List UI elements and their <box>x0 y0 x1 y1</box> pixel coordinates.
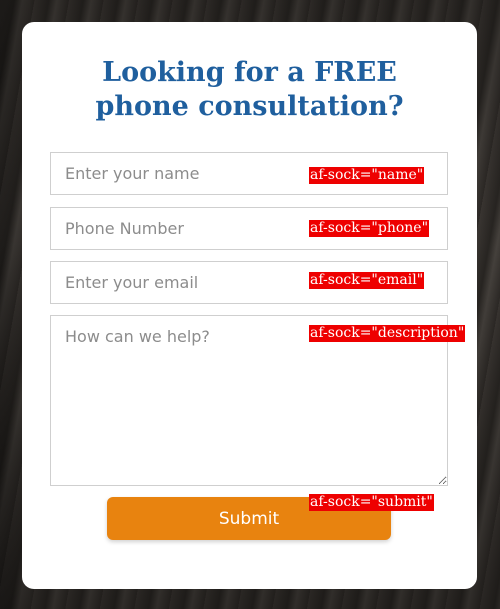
consultation-form-card: Looking for a FREE phone consultation? S… <box>22 22 477 589</box>
form-title-line-2: phone consultation? <box>95 91 404 122</box>
phone-field-annotation: af-sock="phone" <box>309 220 430 237</box>
name-field-annotation: af-sock="name" <box>309 167 425 184</box>
form-title: Looking for a FREE phone consultation? <box>22 56 477 124</box>
submit-button-annotation: af-sock="submit" <box>309 494 434 511</box>
form-title-line-1: Looking for a FREE <box>102 57 397 88</box>
description-field-annotation: af-sock="description" <box>309 325 466 342</box>
email-field-annotation: af-sock="email" <box>309 272 425 289</box>
